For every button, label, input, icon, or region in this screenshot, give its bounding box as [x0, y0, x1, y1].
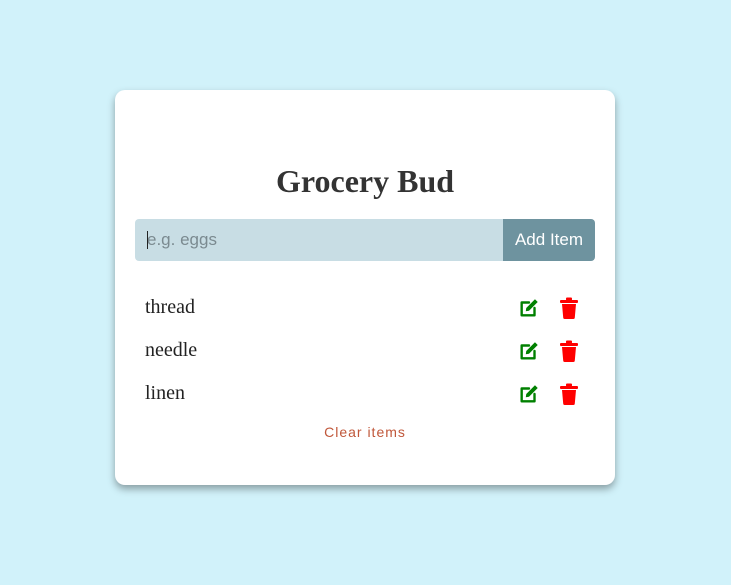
delete-button[interactable] [557, 382, 581, 406]
trash-icon [560, 383, 578, 405]
edit-button[interactable] [517, 382, 541, 406]
edit-icon [520, 299, 538, 317]
add-item-button[interactable]: Add Item [503, 219, 595, 261]
grocery-list: thread needle linen [145, 286, 585, 415]
edit-icon [520, 385, 538, 403]
clear-items-button[interactable]: Clear items [115, 424, 615, 440]
edit-button[interactable] [517, 339, 541, 363]
list-item: needle [145, 329, 585, 372]
delete-button[interactable] [557, 296, 581, 320]
delete-button[interactable] [557, 339, 581, 363]
edit-icon [520, 342, 538, 360]
list-item: linen [145, 372, 585, 415]
list-item: thread [145, 286, 585, 329]
trash-icon [560, 297, 578, 319]
edit-button[interactable] [517, 296, 541, 320]
grocery-card: Grocery Bud Add Item thread [115, 90, 615, 485]
add-item-form: Add Item [135, 219, 595, 261]
item-input[interactable] [135, 219, 503, 261]
trash-icon [560, 340, 578, 362]
app-title: Grocery Bud [275, 163, 455, 199]
text-caret [147, 231, 148, 249]
